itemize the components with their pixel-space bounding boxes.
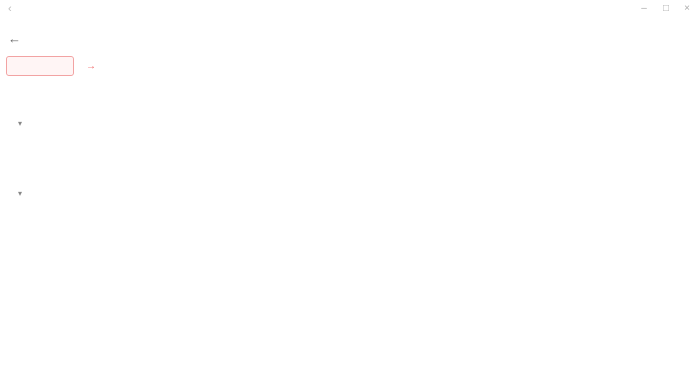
chevron-down-icon[interactable]: ▾ xyxy=(18,119,28,128)
group-1[interactable]: ▾ xyxy=(18,119,32,128)
group-2[interactable]: ▾ xyxy=(18,189,32,198)
window-topbar: ‹ – □ × xyxy=(0,0,700,18)
chevron-down-icon[interactable]: ▾ xyxy=(18,189,28,198)
primary-action-button[interactable] xyxy=(6,56,74,76)
close-icon[interactable]: × xyxy=(681,3,693,15)
arrow-left-icon[interactable]: ← xyxy=(8,31,24,46)
chevron-left-icon[interactable]: ‹ xyxy=(8,3,20,15)
minimize-icon[interactable]: – xyxy=(638,3,650,15)
page-header: ← xyxy=(8,29,34,47)
action-row: → xyxy=(6,56,100,76)
maximize-icon[interactable]: □ xyxy=(660,3,672,15)
arrow-right-icon: → xyxy=(86,60,96,72)
